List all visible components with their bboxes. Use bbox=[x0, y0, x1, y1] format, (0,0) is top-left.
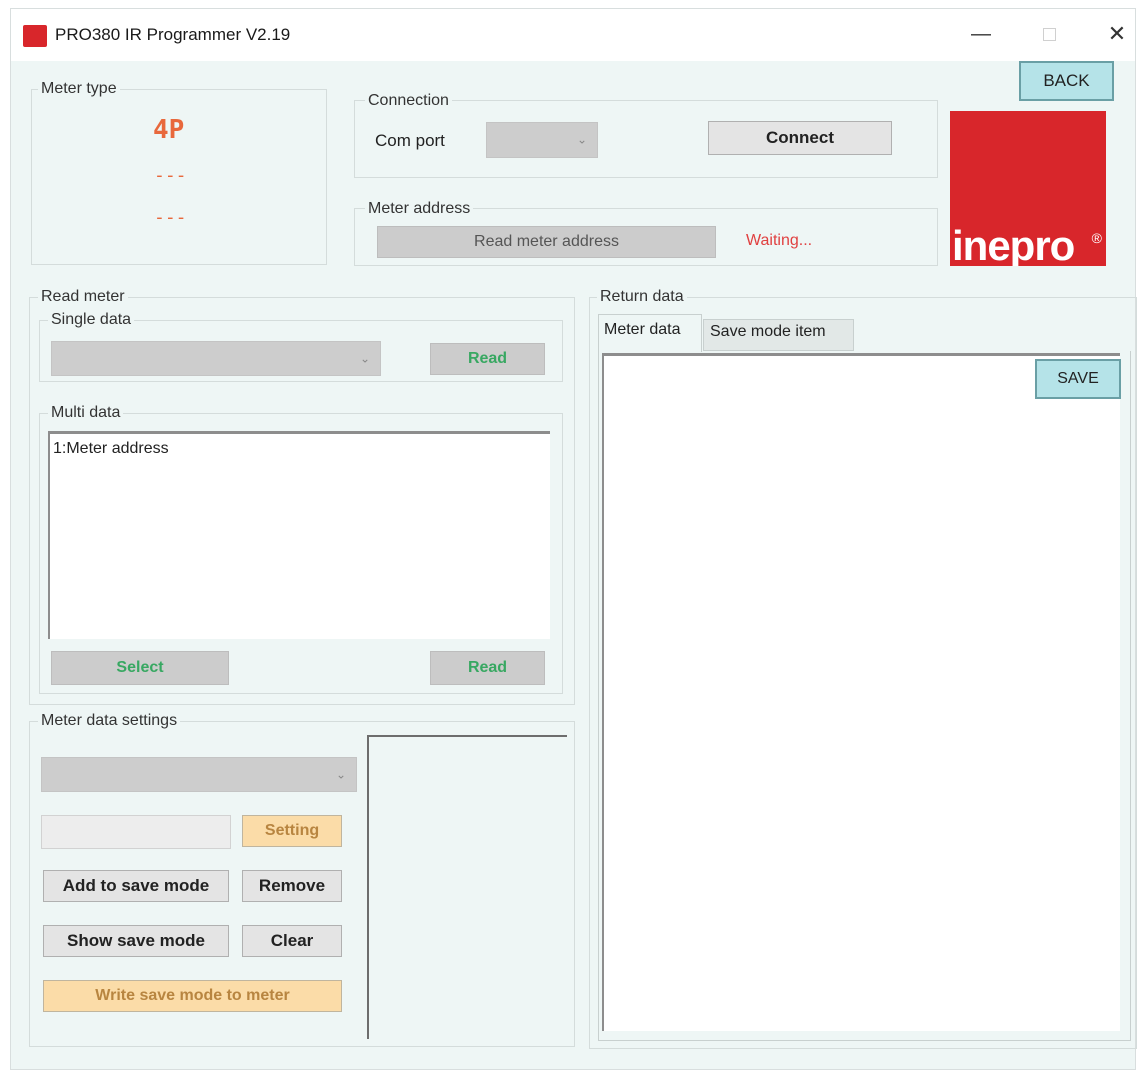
settings-select[interactable]: ⌄ bbox=[41, 757, 357, 792]
clear-button[interactable]: Clear bbox=[242, 925, 342, 957]
multi-data-list[interactable]: 1:Meter address bbox=[48, 431, 550, 639]
read-meter-address-button[interactable]: Read meter address bbox=[377, 226, 716, 258]
save-mode-list[interactable] bbox=[367, 735, 567, 1039]
list-item[interactable]: 1:Meter address bbox=[53, 440, 169, 458]
multi-read-button[interactable]: Read bbox=[430, 651, 545, 685]
tab-meter-data[interactable]: Meter data bbox=[598, 314, 702, 352]
settings-value-input[interactable] bbox=[41, 815, 231, 849]
add-to-save-mode-button[interactable]: Add to save mode bbox=[43, 870, 229, 902]
return-data-output[interactable] bbox=[602, 353, 1120, 1031]
meter-data-settings-label: Meter data settings bbox=[38, 712, 181, 730]
single-data-select[interactable]: ⌄ bbox=[51, 341, 381, 376]
meter-type-value: 4P bbox=[153, 115, 185, 145]
com-port-label: Com port bbox=[375, 131, 445, 150]
logo-text: inepro bbox=[952, 222, 1075, 266]
chevron-down-icon: ⌄ bbox=[576, 132, 587, 147]
setting-button[interactable]: Setting bbox=[242, 815, 342, 847]
registered-mark: ® bbox=[1091, 230, 1102, 246]
remove-button[interactable]: Remove bbox=[242, 870, 342, 902]
meter-address-status: Waiting... bbox=[746, 232, 813, 249]
chevron-down-icon: ⌄ bbox=[359, 350, 370, 365]
meter-type-line2: --- bbox=[154, 165, 187, 186]
single-data-label: Single data bbox=[48, 311, 135, 329]
connect-button[interactable]: Connect bbox=[708, 121, 892, 155]
meter-address-label: Meter address bbox=[365, 200, 474, 218]
select-button[interactable]: Select bbox=[51, 651, 229, 685]
app-window: PRO380 IR Programmer V2.19 — ✕ BACK Mete… bbox=[10, 8, 1137, 1070]
back-button[interactable]: BACK bbox=[1019, 61, 1114, 101]
chevron-down-icon: ⌄ bbox=[335, 766, 346, 781]
inepro-logo: inepro ® bbox=[950, 111, 1106, 266]
save-button[interactable]: SAVE bbox=[1035, 359, 1121, 399]
maximize-button[interactable] bbox=[1029, 19, 1069, 51]
single-read-button[interactable]: Read bbox=[430, 343, 545, 375]
title-bar: PRO380 IR Programmer V2.19 — ✕ bbox=[11, 9, 1135, 61]
return-data-label: Return data bbox=[597, 288, 687, 306]
read-meter-label: Read meter bbox=[38, 288, 128, 306]
connection-label: Connection bbox=[365, 92, 452, 110]
meter-type-line3: --- bbox=[154, 207, 187, 228]
minimize-button[interactable]: — bbox=[961, 19, 1001, 51]
close-button[interactable]: ✕ bbox=[1097, 19, 1137, 51]
multi-data-label: Multi data bbox=[48, 404, 124, 422]
window-title: PRO380 IR Programmer V2.19 bbox=[55, 25, 291, 44]
show-save-mode-button[interactable]: Show save mode bbox=[43, 925, 229, 957]
write-save-mode-button[interactable]: Write save mode to meter bbox=[43, 980, 342, 1012]
tab-save-mode-item[interactable]: Save mode item bbox=[703, 319, 854, 351]
maximize-icon bbox=[1042, 28, 1056, 42]
com-port-select[interactable]: ⌄ bbox=[486, 122, 598, 158]
meter-type-label: Meter type bbox=[38, 80, 120, 98]
app-icon bbox=[23, 25, 47, 47]
